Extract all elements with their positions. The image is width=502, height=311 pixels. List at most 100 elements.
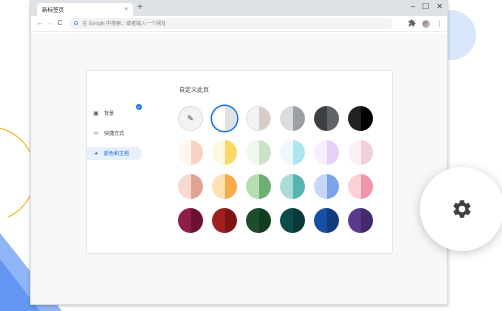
color-swatch[interactable] — [314, 208, 339, 233]
swatch-right-half — [292, 208, 305, 233]
swatch-left-half — [178, 140, 191, 165]
swatch-left-half — [178, 174, 191, 199]
puzzle-icon[interactable] — [408, 18, 416, 29]
link-icon: ∞ — [93, 130, 99, 137]
window-controls: – ☐ ✕ — [411, 1, 443, 13]
color-swatch[interactable] — [280, 140, 305, 165]
reload-icon[interactable]: C — [55, 20, 65, 27]
swatch-right-half — [326, 140, 339, 165]
browser-toolbar: ← → C G 在 Google 中搜索，或者输入一个网址 ⋮ — [31, 16, 447, 32]
swatch-right-half — [224, 174, 237, 199]
swatch-right-half — [224, 208, 237, 233]
color-swatch[interactable] — [246, 140, 271, 165]
browser-window: 新标签页 × + – ☐ ✕ ← → C G 在 Google 中搜索，或者输入… — [30, 0, 448, 305]
swatch-left-half — [246, 174, 259, 199]
pencil-icon: ✎ — [187, 114, 194, 123]
color-swatch[interactable] — [246, 106, 271, 131]
swatch-right-half — [190, 174, 203, 199]
color-swatch[interactable] — [246, 208, 271, 233]
sidebar-item-2[interactable]: ◕ 颜色和主题 — [87, 147, 142, 160]
new-tab-icon[interactable]: + — [137, 2, 143, 14]
swatch-right-half — [258, 174, 271, 199]
color-swatch[interactable] — [212, 140, 237, 165]
swatch-left-half — [247, 107, 259, 130]
swatch-left-half — [314, 174, 327, 199]
swatch-right-half — [258, 140, 271, 165]
swatch-left-half — [212, 140, 225, 165]
swatch-left-half — [314, 106, 327, 131]
swatch-left-half — [213, 107, 225, 130]
swatch-right-half — [224, 107, 236, 130]
customize-dialog: 自定义此页 ▣ 背景 ∞ 快捷方式 ◕ 颜色和主题 ✎ ✓ — [86, 70, 393, 254]
sidebar-item-label: 快捷方式 — [104, 131, 125, 137]
swatch-left-half — [212, 208, 225, 233]
color-swatch[interactable] — [178, 140, 203, 165]
color-swatch[interactable] — [212, 106, 237, 131]
settings-fab[interactable] — [420, 167, 502, 251]
color-swatch[interactable] — [280, 208, 305, 233]
swatch-right-half — [326, 106, 339, 131]
swatch-left-half — [280, 106, 293, 131]
tab-new-tab[interactable]: 新标签页 × — [37, 3, 133, 16]
tab-title: 新标签页 — [42, 7, 65, 14]
swatch-left-half — [246, 208, 259, 233]
swatch-left-half — [348, 106, 361, 131]
color-swatch[interactable] — [348, 106, 373, 131]
swatch-left-half — [280, 174, 293, 199]
swatch-right-half — [326, 174, 339, 199]
swatch-right-half — [258, 208, 271, 233]
color-swatch[interactable] — [178, 174, 203, 199]
color-swatch[interactable] — [212, 174, 237, 199]
selected-check-icon: ✓ — [135, 103, 143, 111]
swatch-right-half — [292, 174, 305, 199]
swatch-right-half — [360, 174, 373, 199]
color-swatch[interactable] — [246, 174, 271, 199]
profile-avatar[interactable] — [422, 19, 430, 28]
new-tab-page: 自定义此页 ▣ 背景 ∞ 快捷方式 ◕ 颜色和主题 ✎ ✓ — [31, 33, 447, 304]
sidebar-item-1[interactable]: ∞ 快捷方式 — [87, 127, 147, 140]
back-icon[interactable]: ← — [35, 20, 45, 27]
swatch-left-half — [212, 174, 225, 199]
google-icon: G — [74, 20, 79, 27]
color-swatch[interactable] — [348, 140, 373, 165]
maximize-icon[interactable]: ☐ — [422, 1, 429, 13]
custom-color-swatch[interactable]: ✎ — [178, 106, 203, 131]
swatch-left-half — [348, 140, 361, 165]
minimize-icon[interactable]: – — [411, 1, 415, 13]
swatch-left-half — [348, 208, 361, 233]
palette-icon: ◕ — [94, 150, 98, 157]
background-icon: ▣ — [93, 111, 99, 117]
color-swatch[interactable] — [348, 174, 373, 199]
color-swatch[interactable] — [314, 174, 339, 199]
swatch-left-half — [314, 140, 327, 165]
color-swatch[interactable] — [178, 208, 203, 233]
swatch-left-half — [314, 208, 327, 233]
color-swatch[interactable] — [314, 140, 339, 165]
sidebar-item-label: 颜色和主题 — [104, 151, 130, 157]
swatch-right-half — [292, 140, 305, 165]
swatch-right-half — [326, 208, 339, 233]
close-tab-icon[interactable]: × — [124, 7, 128, 13]
customize-title: 自定义此页 — [179, 88, 210, 94]
swatch-right-half — [360, 140, 373, 165]
sidebar-item-label: 背景 — [104, 111, 115, 117]
swatch-left-half — [280, 208, 293, 233]
swatch-right-half — [190, 140, 203, 165]
color-swatch[interactable] — [212, 208, 237, 233]
color-swatch[interactable] — [280, 174, 305, 199]
swatch-left-half — [280, 140, 293, 165]
forward-icon[interactable]: → — [45, 20, 55, 27]
color-swatch-grid: ✎ — [178, 106, 373, 233]
swatch-right-half — [258, 107, 270, 130]
color-swatch[interactable] — [314, 106, 339, 131]
tab-strip: 新标签页 × + – ☐ ✕ — [31, 0, 447, 16]
swatch-right-half — [292, 106, 305, 131]
customize-sidebar: ▣ 背景 ∞ 快捷方式 ◕ 颜色和主题 — [87, 107, 147, 167]
swatch-left-half — [348, 174, 361, 199]
color-swatch[interactable] — [348, 208, 373, 233]
close-window-icon[interactable]: ✕ — [436, 1, 443, 13]
address-bar[interactable]: G 在 Google 中搜索，或者输入一个网址 — [69, 18, 393, 29]
menu-icon[interactable]: ⋮ — [436, 20, 443, 28]
swatch-left-half — [246, 140, 259, 165]
color-swatch[interactable] — [280, 106, 305, 131]
